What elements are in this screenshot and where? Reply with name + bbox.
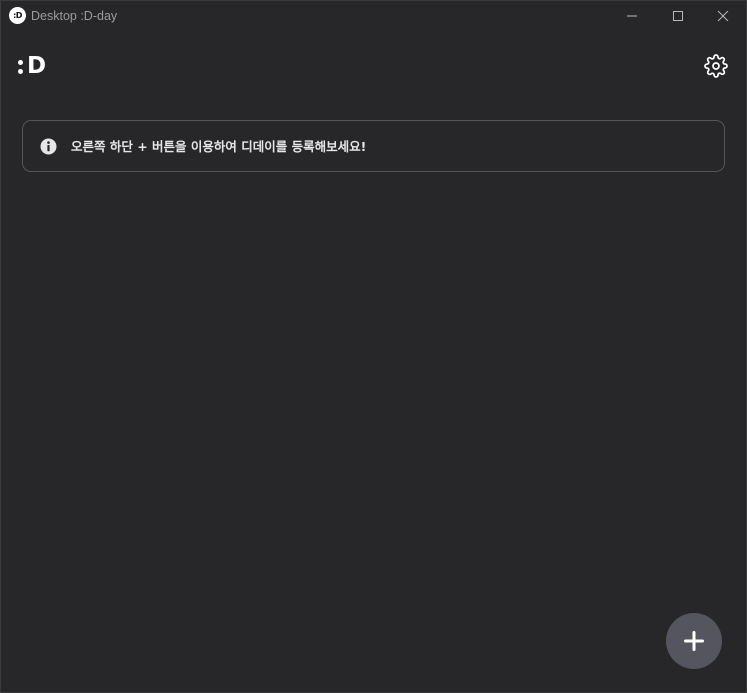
minimize-button[interactable] (609, 1, 655, 31)
title-bar[interactable]: :D Desktop :D-day (1, 1, 746, 31)
gear-icon (704, 54, 728, 78)
window-title: Desktop :D-day (31, 9, 118, 23)
info-message: 오른쪽 하단 + 버튼을 이용하여 디데이를 등록해보세요! (71, 139, 367, 154)
close-icon (717, 10, 729, 22)
logo-letter: D (27, 53, 47, 79)
close-button[interactable] (700, 1, 746, 31)
info-alert: 오른쪽 하단 + 버튼을 이용하여 디데이를 등록해보세요! (22, 120, 725, 172)
app-window: :D Desktop :D-day D 오른쪽 하단 + 버튼을 이용하여 디데… (0, 0, 747, 693)
app-icon: :D (9, 7, 26, 24)
logo-colon (18, 58, 24, 74)
settings-button[interactable] (704, 54, 728, 78)
plus-icon (684, 631, 704, 651)
maximize-icon (673, 11, 683, 21)
minimize-icon (627, 15, 637, 17)
app-logo: D (18, 53, 52, 79)
maximize-button[interactable] (655, 1, 701, 31)
info-circle-icon (40, 138, 57, 155)
add-dday-button[interactable] (666, 613, 722, 669)
